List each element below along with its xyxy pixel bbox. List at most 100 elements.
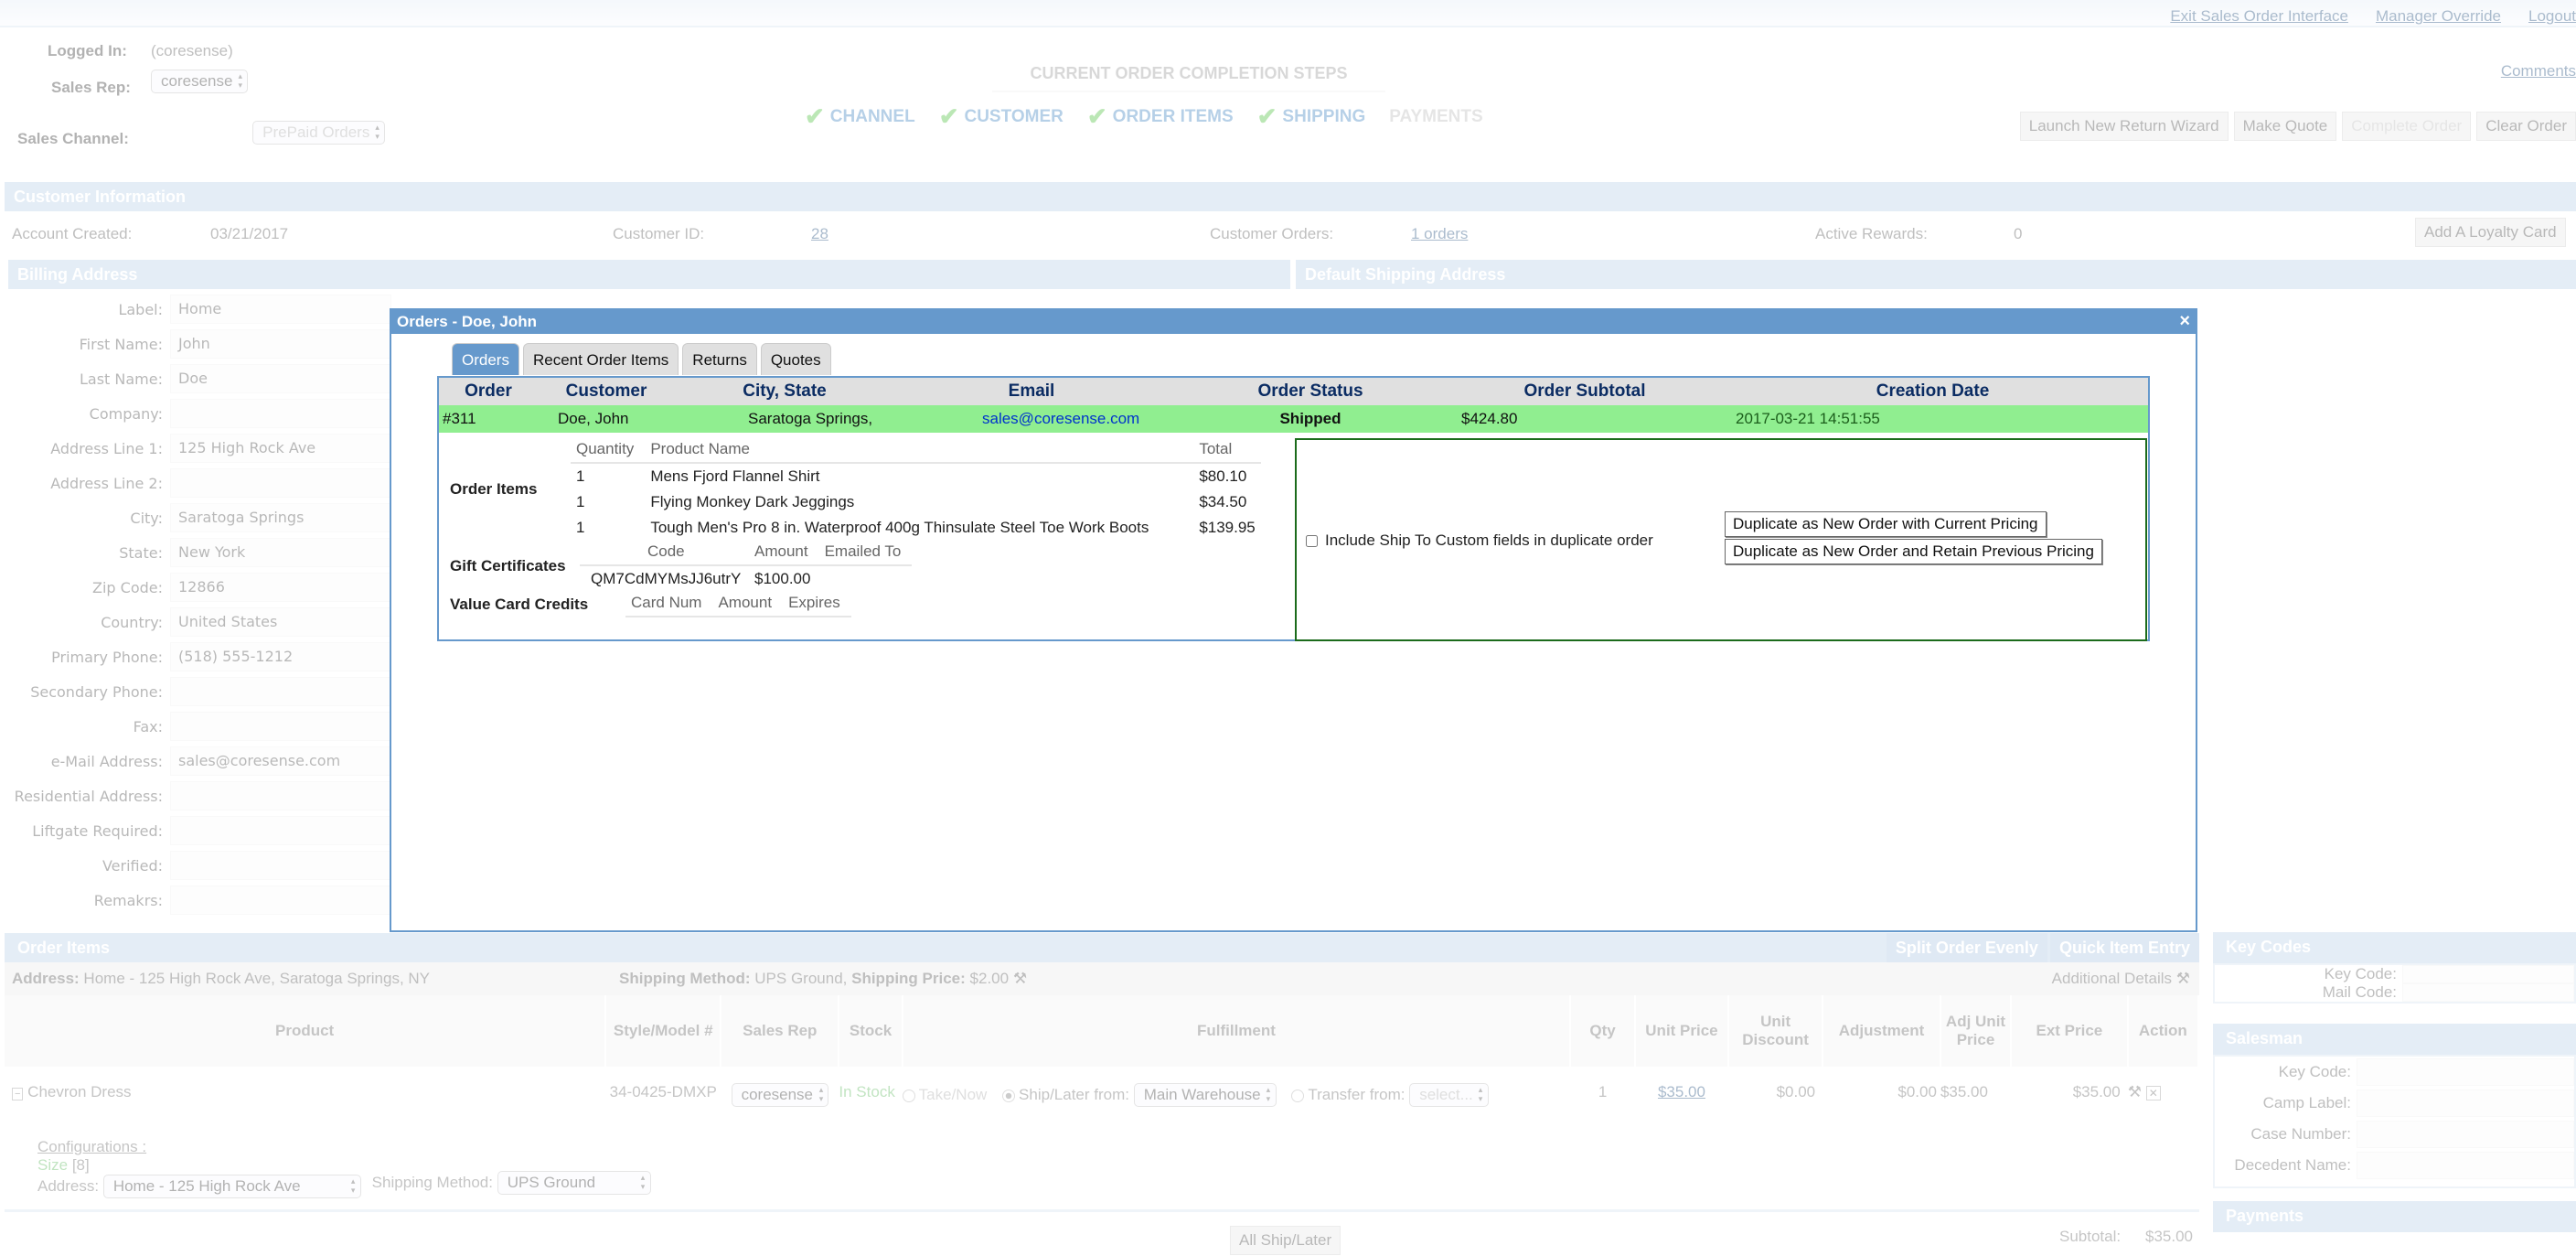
quick-item-entry-button[interactable]: Quick Item Entry	[2049, 933, 2199, 962]
billing-field-input[interactable]: 12866	[170, 573, 391, 602]
billing-field-input[interactable]: John	[170, 329, 391, 359]
duplicate-previous-pricing-button[interactable]: Duplicate as New Order and Retain Previo…	[1725, 539, 2102, 564]
billing-field-label: Remakrs:	[93, 891, 163, 909]
col-fulfillment: Fulfillment	[902, 995, 1572, 1067]
transfer-select[interactable]: select...	[1409, 1083, 1489, 1107]
step-shipping[interactable]: ✔ SHIPPING	[1257, 102, 1366, 131]
billing-field-input[interactable]	[170, 399, 391, 428]
col-stock: Stock	[839, 995, 903, 1067]
mail-code-input[interactable]	[2402, 983, 2574, 1002]
wrench-icon[interactable]: ⚒	[1013, 970, 1027, 987]
launch-return-wizard-button[interactable]: Launch New Return Wizard	[2019, 112, 2229, 141]
line-ship-method-select[interactable]: UPS Ground	[497, 1171, 651, 1195]
include-ship-to-label: Include Ship To Custom fields in duplica…	[1325, 531, 1653, 549]
billing-field-input[interactable]: sales@coresense.com	[170, 746, 391, 776]
decedent-name-input[interactable]	[2357, 1152, 2574, 1179]
col-total: Total	[1193, 438, 1261, 464]
billing-field-input[interactable]: Home	[170, 295, 391, 324]
customer-id-link[interactable]: 28	[811, 225, 828, 243]
col-ext-price: Ext Price	[2011, 995, 2129, 1067]
col-amount: Amount	[749, 541, 819, 566]
complete-order-button[interactable]: Complete Order	[2342, 112, 2472, 141]
split-order-evenly-button[interactable]: Split Order Evenly	[1886, 933, 2047, 962]
all-ship-later-button[interactable]: All Ship/Later	[1230, 1226, 1341, 1255]
step-order-items[interactable]: ✔ ORDER ITEMS	[1087, 102, 1234, 131]
billing-field-label: Residential Address:	[14, 787, 163, 805]
step-channel[interactable]: ✔ CHANNEL	[805, 102, 915, 131]
billing-field-input[interactable]: New York	[170, 538, 391, 567]
manager-override-link[interactable]: Manager Override	[2376, 7, 2501, 26]
col-unit-discount: Unit Discount	[1728, 995, 1824, 1067]
billing-field-input[interactable]	[170, 677, 391, 706]
item-qty: 1	[576, 493, 585, 510]
col-style: Style/Model #	[605, 995, 722, 1067]
col-code: Code	[580, 541, 749, 566]
camp-label-input[interactable]	[2357, 1090, 2574, 1117]
close-icon[interactable]: ×	[2179, 311, 2190, 332]
order-number[interactable]: #311	[439, 405, 538, 433]
tab-quotes[interactable]: Quotes	[760, 343, 831, 375]
billing-field-input[interactable]	[170, 468, 391, 498]
col-qty: Qty	[1570, 995, 1636, 1067]
ship-later-radio[interactable]	[1002, 1089, 1016, 1102]
ship-method-value: UPS Ground,	[754, 970, 848, 987]
order-email-link[interactable]: sales@coresense.com	[894, 405, 1169, 433]
warehouse-select[interactable]: Main Warehouse	[1133, 1083, 1277, 1107]
billing-field-input[interactable]: Doe	[170, 364, 391, 393]
billing-field-input[interactable]	[170, 816, 391, 845]
line-address-select[interactable]: Home - 125 High Rock Ave	[102, 1175, 361, 1198]
additional-details-link[interactable]: Additional Details	[2052, 970, 2172, 987]
col-card-num: Card Num	[625, 592, 713, 617]
step-customer[interactable]: ✔ CUSTOMER	[939, 102, 1064, 131]
wrench-icon[interactable]: ⚒	[2128, 1083, 2142, 1100]
unit-price-link[interactable]: $35.00	[1658, 1083, 1705, 1100]
billing-field-input[interactable]	[170, 781, 391, 810]
billing-field-input[interactable]: United States	[170, 607, 391, 637]
exit-sales-order-link[interactable]: Exit Sales Order Interface	[2170, 7, 2348, 26]
include-ship-to-checkbox[interactable]	[1306, 534, 1318, 547]
transfer-radio[interactable]	[1291, 1089, 1305, 1102]
step-payments[interactable]: PAYMENTS	[1389, 102, 1482, 131]
customer-orders-label: Customer Orders:	[1210, 225, 1334, 242]
logout-link[interactable]: Logout	[2528, 7, 2576, 26]
billing-field-input[interactable]	[170, 886, 391, 915]
col-product: Product	[5, 995, 607, 1067]
billing-field-input[interactable]: 125 High Rock Ave	[170, 434, 391, 463]
sales-rep-select[interactable]: coresense	[151, 70, 249, 93]
sales-channel-select[interactable]: PrePaid Orders	[252, 121, 386, 145]
billing-field-input[interactable]	[170, 851, 391, 880]
line-sales-rep-select[interactable]: coresense	[731, 1083, 829, 1107]
comments-link[interactable]: Comments	[2501, 62, 2576, 81]
default-shipping-header: Default Shipping Address	[1296, 260, 2576, 289]
delete-icon[interactable]: ✕	[2145, 1086, 2161, 1100]
billing-field-input[interactable]	[170, 712, 391, 741]
make-quote-button[interactable]: Make Quote	[2233, 112, 2337, 141]
billing-field-row: Residential Address:	[7, 779, 391, 812]
tab-orders[interactable]: Orders	[452, 343, 519, 375]
add-loyalty-card-button[interactable]: Add A Loyalty Card	[2415, 218, 2566, 247]
case-number-input[interactable]	[2357, 1121, 2574, 1148]
unit-discount: $0.00	[1776, 1083, 1816, 1100]
clear-order-button[interactable]: Clear Order	[2476, 112, 2576, 141]
billing-field-row: Company:	[7, 397, 391, 430]
billing-field-input[interactable]: Saratoga Springs	[170, 503, 391, 532]
take-now-radio[interactable]	[902, 1089, 915, 1102]
customer-orders-link[interactable]: 1 orders	[1411, 225, 1468, 243]
wrench-icon[interactable]: ⚒	[2176, 970, 2190, 987]
configurations-link[interactable]: Configurations :	[37, 1138, 146, 1155]
tab-recent-order-items[interactable]: Recent Order Items	[522, 343, 679, 375]
salesman-key-code-input[interactable]	[2357, 1058, 2574, 1086]
billing-field-input[interactable]: (518) 555-1212	[170, 642, 391, 671]
modal-title-bar: Orders - Doe, John ×	[391, 310, 2196, 334]
item-total: $80.10	[1199, 467, 1247, 485]
duplicate-current-pricing-button[interactable]: Duplicate as New Order with Current Pric…	[1725, 511, 2047, 537]
billing-field-label: Label:	[118, 300, 163, 318]
key-code-input[interactable]	[2402, 965, 2574, 983]
modal-title: Orders - Doe, John	[397, 313, 538, 330]
table-row[interactable]: #311 Doe, John Saratoga Springs, sales@c…	[439, 405, 2148, 433]
tab-returns[interactable]: Returns	[682, 343, 757, 375]
billing-field-row: Last Name: Doe	[7, 362, 391, 395]
billing-address-header: Billing Address	[8, 260, 1290, 289]
col-unit-price: Unit Price	[1634, 995, 1730, 1067]
collapse-icon[interactable]: −	[12, 1088, 24, 1100]
